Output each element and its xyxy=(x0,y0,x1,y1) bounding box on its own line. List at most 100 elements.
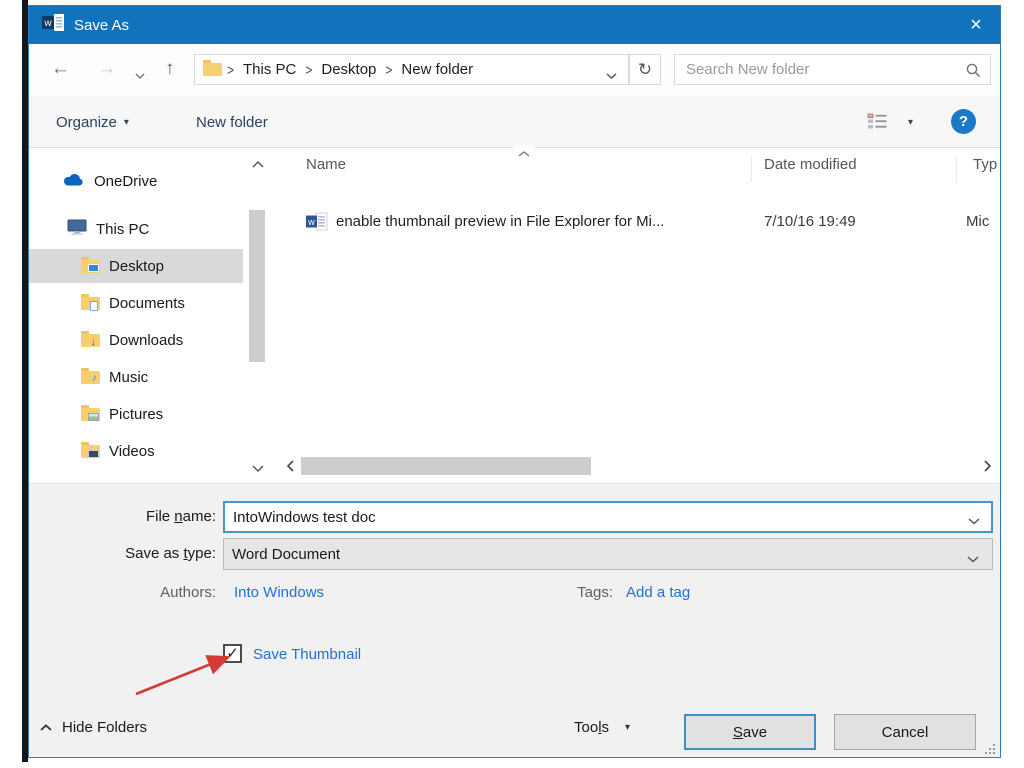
organize-label: Organize xyxy=(56,113,117,131)
sidebar-item-label: Downloads xyxy=(109,331,184,349)
folder-desktop-icon xyxy=(81,256,100,273)
hide-folders-label: Hide Folders xyxy=(62,719,148,736)
view-options-caret-icon[interactable]: ▾ xyxy=(908,117,913,128)
folder-music-icon: ♪ xyxy=(81,367,100,384)
sidebar-item-music[interactable]: ♪ Music xyxy=(29,360,243,394)
cancel-label: Cancel xyxy=(881,723,929,741)
tags-add-link[interactable]: Add a tag xyxy=(626,584,690,601)
sidebar-scroll-up-icon[interactable] xyxy=(251,156,265,174)
help-button[interactable]: ? xyxy=(951,109,976,134)
forward-button[interactable]: → xyxy=(97,54,116,84)
sidebar-item-label: Music xyxy=(109,368,149,386)
file-type-cell: Mic xyxy=(966,212,990,230)
new-folder-button[interactable]: New folder xyxy=(196,96,268,148)
sidebar-item-documents[interactable]: Documents xyxy=(29,286,243,320)
back-button[interactable]: ← xyxy=(51,54,70,84)
word-app-icon: w xyxy=(42,13,66,37)
column-separator[interactable] xyxy=(956,156,957,182)
resize-grip[interactable] xyxy=(985,744,995,754)
save-thumbnail-checkbox[interactable]: ✓ xyxy=(223,644,242,663)
search-box[interactable] xyxy=(674,54,991,85)
word-document-icon: w xyxy=(306,212,328,231)
sidebar-item-downloads[interactable]: ↓ Downloads xyxy=(29,323,243,357)
file-name-label: File name: xyxy=(145,508,216,525)
sidebar-item-desktop[interactable]: Desktop xyxy=(29,249,243,283)
sidebar-item-pictures[interactable]: Pictures xyxy=(29,397,243,431)
tools-label: Tools xyxy=(574,719,610,736)
authors-value-link[interactable]: Into Windows xyxy=(234,584,324,601)
search-input[interactable] xyxy=(684,60,960,79)
sidebar-item-label: Desktop xyxy=(109,257,165,275)
breadcrumb-item-this-pc[interactable]: This PC xyxy=(239,61,300,78)
tags-label: Tags: xyxy=(577,584,613,601)
breadcrumb[interactable]: > This PC > Desktop > New folder xyxy=(194,54,629,85)
details-view-icon[interactable] xyxy=(867,113,888,135)
sidebar-item-label: This PC xyxy=(96,220,150,238)
organize-caret-icon: ▾ xyxy=(123,116,129,128)
file-name-cell: enable thumbnail preview in File Explore… xyxy=(336,212,665,230)
authors-label: Authors: xyxy=(160,584,216,601)
file-name-dropdown-chevron-icon[interactable] xyxy=(967,513,981,531)
breadcrumb-separator: > xyxy=(305,60,313,79)
breadcrumb-separator: > xyxy=(227,60,235,79)
svg-text:w: w xyxy=(43,18,52,29)
tools-dropdown[interactable]: Tools ▾ xyxy=(574,719,630,736)
sidebar-item-videos[interactable]: Videos xyxy=(29,434,243,468)
close-button[interactable]: × xyxy=(952,6,1000,44)
up-button[interactable]: ↑ xyxy=(165,54,175,84)
sidebar-scrollbar-thumb[interactable] xyxy=(249,210,265,362)
onedrive-icon xyxy=(61,171,85,191)
file-name-input[interactable] xyxy=(223,501,993,533)
save-as-type-label: Save as type: xyxy=(125,545,216,562)
save-as-dialog: w Save As × ← → ↑ > This PC > Desktop > … xyxy=(28,5,1001,758)
folder-pictures-icon xyxy=(81,404,100,421)
save-as-type-select[interactable]: Word Document xyxy=(223,538,993,570)
organize-button[interactable]: Organize ▾ xyxy=(56,96,129,148)
file-row[interactable]: w enable thumbnail preview in File Explo… xyxy=(291,204,1000,238)
refresh-button[interactable]: ↻ xyxy=(629,54,661,85)
sidebar-item-label: OneDrive xyxy=(94,172,158,190)
content-area: OneDrive This PC Desktop Documents ↓ Dow… xyxy=(29,145,1000,483)
titlebar: w Save As × xyxy=(29,6,1000,44)
save-as-type-chevron-icon xyxy=(966,551,980,568)
search-icon[interactable] xyxy=(965,62,982,84)
column-header-type[interactable]: Typ xyxy=(973,156,997,173)
column-header-date-modified[interactable]: Date modified xyxy=(764,156,857,173)
hscroll-right-icon[interactable] xyxy=(983,459,992,478)
file-date-cell: 7/10/16 19:49 xyxy=(764,212,856,230)
chevron-up-icon xyxy=(39,723,53,732)
tools-caret-icon: ▾ xyxy=(625,722,631,733)
hscrollbar-thumb[interactable] xyxy=(301,457,591,475)
column-header-name[interactable]: Name xyxy=(306,156,346,173)
sidebar-item-label: Pictures xyxy=(109,405,164,423)
bottom-panel: File name: Save as type: Word Document A… xyxy=(29,483,1000,757)
checkmark-icon: ✓ xyxy=(226,645,239,662)
save-as-type-value: Word Document xyxy=(232,545,341,563)
sidebar-item-label: Videos xyxy=(109,442,155,460)
save-thumbnail-label[interactable]: Save Thumbnail xyxy=(253,646,361,663)
svg-text:w: w xyxy=(307,216,315,226)
save-button[interactable]: Save xyxy=(684,714,816,750)
new-folder-label: New folder xyxy=(196,113,268,131)
breadcrumb-item-desktop[interactable]: Desktop xyxy=(317,61,380,78)
cancel-button[interactable]: Cancel xyxy=(834,714,976,750)
sidebar-item-label: Documents xyxy=(109,294,185,312)
sidebar-item-onedrive[interactable]: OneDrive xyxy=(29,164,243,198)
folder-videos-icon xyxy=(81,441,100,458)
column-separator[interactable] xyxy=(751,156,752,182)
breadcrumb-item-new-folder[interactable]: New folder xyxy=(397,61,477,78)
folder-documents-icon xyxy=(81,293,100,311)
recent-locations-chevron-icon[interactable] xyxy=(134,60,146,90)
this-pc-icon xyxy=(67,219,87,240)
folder-icon xyxy=(203,60,222,76)
hide-folders-button[interactable]: Hide Folders xyxy=(39,719,147,736)
navigation-bar: ← → ↑ > This PC > Desktop > New folder ↻… xyxy=(29,44,1000,96)
command-toolbar: Organize ▾ New folder ▾ ? xyxy=(29,96,1000,148)
sidebar-item-this-pc[interactable]: This PC xyxy=(29,212,243,246)
breadcrumb-dropdown-chevron-icon[interactable] xyxy=(605,67,618,85)
breadcrumb-separator: > xyxy=(385,60,393,79)
sidebar-scroll-down-icon[interactable] xyxy=(251,460,265,478)
hscroll-left-icon[interactable] xyxy=(286,459,295,478)
screenshot-root: w Save As × ← → ↑ > This PC > Desktop > … xyxy=(0,0,1024,768)
sort-direction-icon[interactable] xyxy=(513,145,535,163)
